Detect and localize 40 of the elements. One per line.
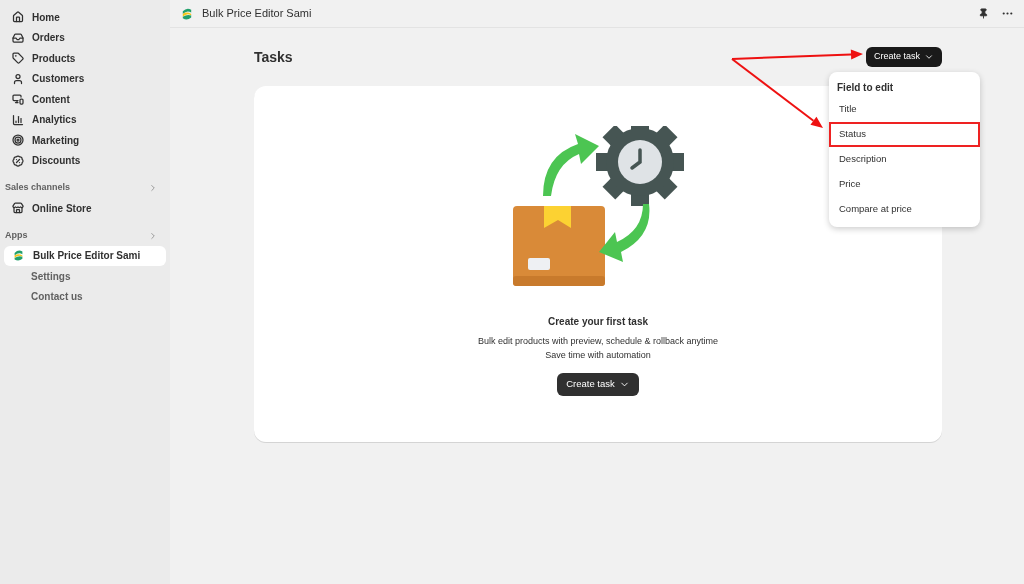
home-icon bbox=[12, 11, 24, 23]
sidebar-item[interactable]: Marketing bbox=[4, 130, 166, 150]
menu-item[interactable]: Price bbox=[829, 172, 980, 197]
person-icon bbox=[12, 72, 24, 85]
sidebar-item[interactable]: Content bbox=[4, 89, 166, 109]
empty-state-text: Save time with automation bbox=[545, 348, 651, 362]
section-heading: Apps bbox=[5, 228, 28, 242]
page-title: Tasks bbox=[254, 47, 293, 67]
pin-icon[interactable] bbox=[978, 8, 989, 19]
inbox-icon bbox=[12, 31, 24, 44]
empty-state-text: Bulk edit products with preview, schedule & rollback anytime bbox=[477, 335, 719, 348]
app-logo-icon bbox=[180, 6, 194, 21]
sidebar-item[interactable]: Bulk Price Editor Sami bbox=[4, 245, 166, 266]
sidebar-item[interactable]: Analytics bbox=[4, 109, 166, 130]
empty-state-heading: Create your first task bbox=[547, 315, 648, 329]
menu-item[interactable]: Status bbox=[829, 122, 980, 147]
target-icon bbox=[12, 134, 24, 146]
monitor-icon bbox=[12, 93, 24, 105]
app-title: Bulk Price Editor Sami bbox=[202, 6, 312, 22]
sidebar-item[interactable]: Products bbox=[4, 48, 166, 68]
section-heading: Sales channels bbox=[5, 181, 71, 195]
sidebar-subitem[interactable]: Settings bbox=[0, 266, 170, 286]
sidebar-item[interactable]: Customers bbox=[4, 68, 166, 89]
sidebar-item[interactable]: Orders bbox=[4, 27, 166, 48]
discount-icon bbox=[12, 154, 24, 167]
sidebar-subitem[interactable]: Contact us bbox=[0, 286, 170, 307]
menu-item[interactable]: Compare at price bbox=[829, 197, 980, 222]
create-task-button[interactable]: Create task bbox=[557, 373, 639, 396]
store-icon bbox=[12, 202, 24, 214]
create-task-button[interactable]: Create task bbox=[865, 47, 942, 67]
bar-chart-icon bbox=[12, 113, 24, 126]
sidebar-item[interactable]: Online Store bbox=[4, 198, 166, 218]
tag-icon bbox=[12, 52, 24, 64]
menu-item[interactable]: Description bbox=[829, 147, 980, 172]
chevron-down-icon bbox=[924, 52, 934, 62]
app-logo-icon bbox=[12, 249, 25, 262]
sidebar-item[interactable]: Discounts bbox=[4, 150, 166, 171]
menu-heading: Field to edit bbox=[836, 80, 895, 95]
menu-item[interactable]: Title bbox=[829, 97, 980, 122]
sidebar-item[interactable]: Home bbox=[4, 7, 166, 27]
